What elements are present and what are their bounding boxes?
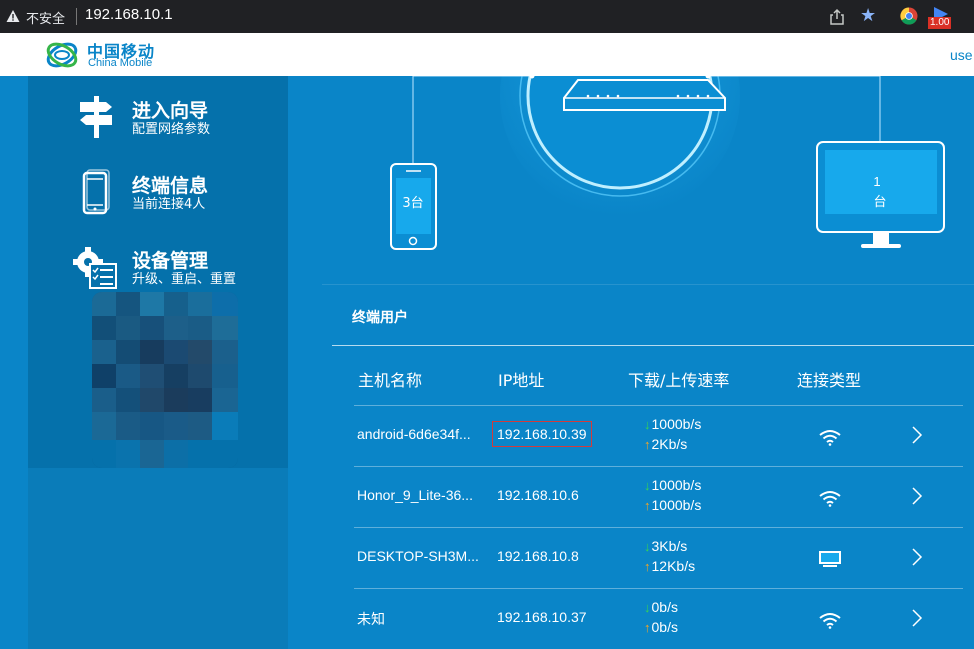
sidebar-item-subtitle: 升级、重启、重置 [132, 272, 237, 287]
chevron-right-icon[interactable] [910, 546, 924, 568]
download-arrow-icon: ↓ [644, 478, 651, 493]
china-mobile-logo-icon[interactable] [44, 38, 80, 72]
upload-rate-value: 2Kb/s [651, 436, 688, 452]
download-rate: ↓3Kb/s [644, 538, 687, 554]
sidebar-item-title: 进入向导 [132, 100, 209, 122]
hostname-cell: DESKTOP-SH3M... [357, 548, 479, 564]
hostname-cell: 未知 [357, 611, 385, 627]
upload-arrow-icon: ↑ [644, 559, 651, 574]
upload-rate: ↑2Kb/s [644, 436, 687, 452]
upload-arrow-icon: ↑ [644, 437, 651, 452]
download-rate-value: 0b/s [651, 599, 678, 615]
extension-badge: 1.00 [928, 17, 952, 29]
column-header-connection: 连接类型 [797, 371, 862, 390]
site-header: 中国移动 China Mobile use [0, 33, 974, 76]
terminal-users-panel: 终端用户 主机名称 IP地址 下载/上传速率 连接类型 android-6d6e… [322, 284, 974, 649]
sidebar-item-title: 设备管理 [132, 250, 209, 272]
table-row[interactable]: 未知 192.168.10.37 ↓0b/s ↑0b/s [354, 588, 963, 649]
router-icon [563, 79, 726, 111]
upload-rate-value: 1000b/s [651, 497, 702, 513]
pc-unit-label: 台 [873, 195, 886, 210]
qr-code-image [92, 292, 238, 468]
signpost-icon [80, 96, 112, 138]
upload-arrow-icon: ↑ [644, 498, 651, 513]
share-icon[interactable] [828, 8, 846, 26]
wifi-icon [819, 613, 841, 629]
gear-checklist-icon [73, 247, 117, 289]
bookmark-star-icon[interactable]: ★ [860, 7, 876, 25]
divider [76, 8, 77, 25]
panel-title: 终端用户 [352, 310, 408, 326]
download-rate-value: 3Kb/s [651, 538, 688, 554]
sidebar-item-wizard[interactable]: 进入向导 配置网络参数 [28, 84, 288, 154]
logo-text-en: China Mobile [88, 57, 153, 69]
wifi-icon [819, 491, 841, 507]
ip-cell: 192.168.10.6 [497, 487, 579, 503]
download-arrow-icon: ↓ [644, 600, 651, 615]
column-header-ip: IP地址 [498, 371, 545, 390]
sidebar-item-terminal-info[interactable]: 终端信息 当前连接4人 [28, 159, 288, 229]
download-rate: ↓0b/s [644, 599, 678, 615]
phone-icon [82, 169, 110, 215]
sidebar-item-subtitle: 当前连接4人 [132, 197, 206, 212]
upload-rate: ↑1000b/s [644, 497, 701, 513]
chevron-right-icon[interactable] [910, 607, 924, 629]
sidebar: 进入向导 配置网络参数 终端信息 当前连接4人 设备管理 升级、重启、重置 [28, 76, 288, 649]
upload-rate: ↑12Kb/s [644, 558, 695, 574]
wifi-icon [819, 430, 841, 446]
pc-count-label: 1 [873, 174, 880, 189]
sidebar-item-title: 终端信息 [132, 175, 209, 197]
upload-rate-value: 12Kb/s [651, 558, 696, 574]
divider [332, 345, 974, 346]
network-diagram: 3台 1 台 [288, 76, 974, 284]
download-arrow-icon: ↓ [644, 539, 651, 554]
download-rate-value: 1000b/s [651, 416, 702, 432]
column-header-rate: 下载/上传速率 [628, 371, 730, 390]
download-rate: ↓1000b/s [644, 416, 701, 432]
ip-cell: 192.168.10.8 [497, 548, 579, 564]
ip-cell: 192.168.10.37 [497, 609, 587, 625]
upload-rate: ↑0b/s [644, 619, 678, 635]
browser-address-bar: 不安全 192.168.10.1 ★ 1.00 [0, 0, 974, 33]
upload-arrow-icon: ↑ [644, 620, 651, 635]
chevron-right-icon[interactable] [910, 424, 924, 446]
phone-count-label: 3台 [402, 196, 423, 211]
sidebar-item-subtitle: 配置网络参数 [132, 122, 211, 137]
chevron-right-icon[interactable] [910, 485, 924, 507]
insecure-label[interactable]: 不安全 [26, 8, 65, 27]
monitor-icon [819, 551, 841, 567]
download-arrow-icon: ↓ [644, 417, 651, 432]
table-row[interactable]: android-6d6e34f... 192.168.10.39 ↓1000b/… [354, 405, 963, 466]
hostname-cell: Honor_9_Lite-36... [357, 487, 473, 503]
upload-rate-value: 0b/s [651, 619, 678, 635]
column-header-hostname: 主机名称 [358, 371, 423, 390]
table-row[interactable]: Honor_9_Lite-36... 192.168.10.6 ↓1000b/s… [354, 466, 963, 527]
table-row[interactable]: DESKTOP-SH3M... 192.168.10.8 ↓3Kb/s ↑12K… [354, 527, 963, 588]
warning-icon[interactable] [6, 9, 20, 23]
sidebar-menu: 进入向导 配置网络参数 终端信息 当前连接4人 设备管理 升级、重启、重置 [28, 76, 288, 468]
chrome-icon[interactable] [900, 7, 918, 25]
hostname-cell: android-6d6e34f... [357, 426, 471, 442]
ip-cell: 192.168.10.39 [492, 421, 592, 447]
url-field[interactable]: 192.168.10.1 [85, 6, 173, 23]
download-rate-value: 1000b/s [651, 477, 702, 493]
download-rate: ↓1000b/s [644, 477, 701, 493]
user-link[interactable]: use [950, 47, 973, 63]
